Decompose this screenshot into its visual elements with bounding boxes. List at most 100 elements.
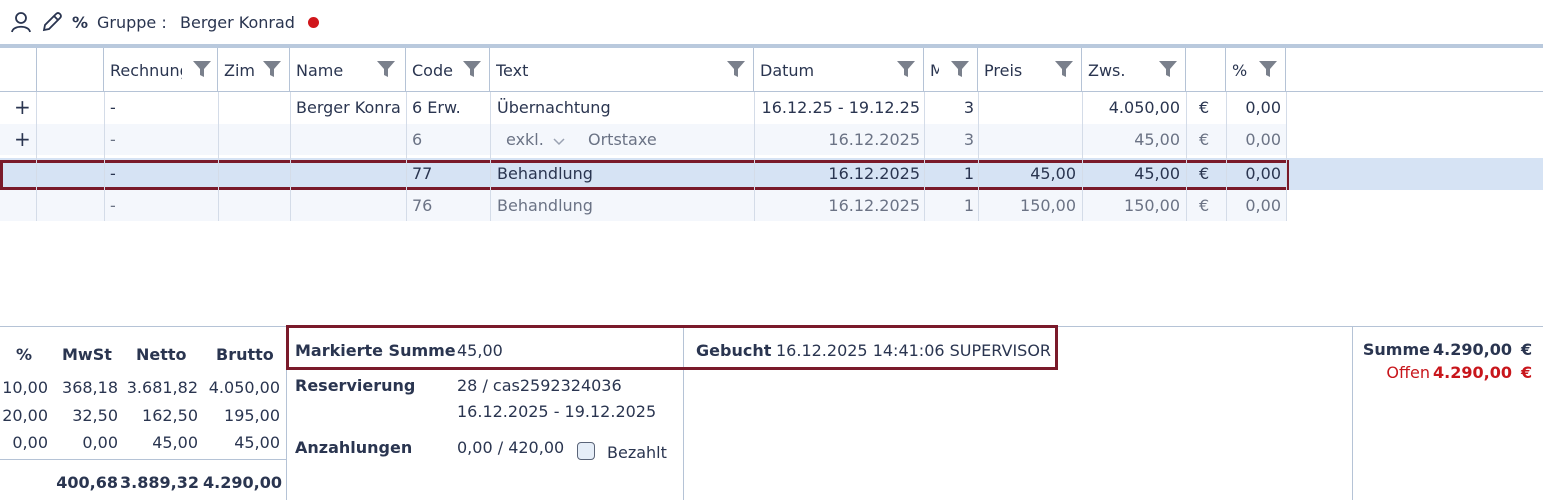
tax-header-netto: Netto	[136, 345, 187, 364]
cell-code: 6	[412, 130, 423, 149]
column-header-label: Text	[496, 61, 529, 80]
column-divider	[290, 92, 291, 221]
filter-icon[interactable]	[376, 60, 396, 78]
column-header-label: Code	[412, 61, 453, 80]
filter-icon[interactable]	[262, 60, 282, 78]
column-header-code[interactable]: Code	[406, 48, 490, 92]
column-header-text[interactable]: Text	[490, 48, 754, 92]
column-header-percent[interactable]: %	[1226, 48, 1286, 92]
filter-icon[interactable]	[950, 60, 970, 78]
cell-percent: 0,00	[1245, 130, 1281, 149]
column-header-zimmer[interactable]: Zimmer	[218, 48, 290, 92]
cell-currency: €	[1199, 130, 1210, 149]
column-header-menge[interactable]: Menge	[924, 48, 978, 92]
deposit-label: Anzahlungen	[295, 438, 413, 457]
column-divider	[218, 92, 219, 221]
sum-currency: €	[1521, 340, 1533, 359]
column-divider	[36, 92, 37, 221]
filter-icon[interactable]	[192, 60, 212, 78]
selection-highlight	[0, 160, 1289, 190]
expand-icon[interactable]: +	[14, 92, 34, 123]
filter-icon[interactable]	[1054, 60, 1074, 78]
pencil-icon[interactable]	[40, 10, 64, 34]
cell-text: Übernachtung	[497, 98, 611, 117]
column-header-currency[interactable]	[1186, 48, 1226, 92]
column-header-rechnung[interactable]: Rechnung	[104, 48, 218, 92]
table-row[interactable]: - 76 Behandlung 16.12.2025 1 150,00 150,…	[0, 190, 1286, 221]
booked-label: Gebucht	[696, 341, 772, 360]
tax-total: 4.290,00	[203, 473, 282, 492]
marked-sum-value: 45,00	[457, 341, 503, 360]
group-name: Berger Konrad	[180, 13, 295, 32]
column-divider	[1082, 92, 1083, 221]
column-divider	[490, 92, 491, 221]
tax-total: 3.889,32	[120, 473, 199, 492]
tax-cell: 45,00	[234, 433, 280, 452]
column-header-label: %	[1232, 61, 1248, 80]
column-divider	[754, 92, 755, 221]
column-header-expand[interactable]	[0, 48, 37, 92]
tax-cell: 45,00	[152, 433, 198, 452]
paid-label: Bezahlt	[607, 443, 667, 462]
reservation-label: Reservierung	[295, 376, 416, 395]
group-tab[interactable]: % Gruppe : Berger Konrad	[0, 0, 322, 47]
tax-cell: 195,00	[224, 406, 280, 425]
filter-icon[interactable]	[462, 60, 482, 78]
tax-header-percent: %	[16, 345, 33, 364]
cell-datum: 16.12.2025	[828, 130, 920, 149]
tax-cell: 3.681,82	[126, 378, 198, 397]
tax-cell: 162,50	[142, 406, 198, 425]
open-value: 4.290,00	[1433, 363, 1512, 382]
column-header-name[interactable]: Name	[290, 48, 406, 92]
filter-icon[interactable]	[726, 60, 746, 78]
tax-cell: 0,00	[82, 433, 118, 452]
percent-icon[interactable]: %	[72, 13, 88, 32]
column-header-label: Menge	[930, 61, 939, 80]
cell-code: 76	[412, 196, 433, 215]
tax-cell: 32,50	[72, 406, 118, 425]
tax-cell: 4.050,00	[208, 378, 280, 397]
user-icon[interactable]	[9, 10, 33, 34]
group-tab-bar: % Gruppe : Berger Konrad	[0, 0, 1543, 47]
filter-icon[interactable]	[1258, 60, 1278, 78]
column-header-preis[interactable]: Preis	[978, 48, 1082, 92]
filter-icon[interactable]	[896, 60, 916, 78]
filter-icon[interactable]	[1158, 60, 1178, 78]
column-divider	[978, 92, 979, 221]
tax-header-brutto: Brutto	[216, 345, 274, 364]
cell-preis	[978, 92, 1076, 123]
table-row[interactable]: + - Berger Konrad 6 Erw. Übernachtung 16…	[0, 92, 1543, 123]
sum-value: 4.290,00	[1433, 340, 1512, 359]
column-divider	[1186, 92, 1187, 221]
column-header-zws[interactable]: Zws.	[1082, 48, 1186, 92]
column-header-filler	[1286, 48, 1543, 92]
cell-rechnung: -	[110, 196, 116, 215]
column-header-label: Preis	[984, 61, 1023, 80]
cell-zws: 4.050,00	[1108, 98, 1180, 117]
cell-code: 6 Erw.	[412, 98, 461, 117]
booked-value: 16.12.2025 14:41:06 SUPERVISOR	[776, 341, 1052, 360]
cell-menge: 3	[963, 98, 974, 117]
column-header-datum[interactable]: Datum	[754, 48, 924, 92]
tax-header-mwst: MwSt	[62, 345, 112, 364]
cell-currency: €	[1199, 196, 1210, 215]
tax-cell: 0,00	[12, 433, 48, 452]
cell-zws: 150,00	[1124, 196, 1180, 215]
cell-text-prefix: exkl.	[506, 130, 544, 149]
column-divider	[104, 92, 105, 221]
cell-menge: 3	[963, 130, 974, 149]
tax-total-divider	[0, 459, 286, 460]
table-row[interactable]: + - 6 exkl. Ortstaxe 16.12.2025 3 45,00 …	[0, 124, 1286, 155]
expand-icon[interactable]: +	[14, 124, 34, 155]
reservation-id: 28 / cas2592324036	[457, 376, 622, 395]
cell-rechnung: -	[110, 98, 116, 117]
cell-percent: 0,00	[1245, 98, 1281, 117]
chevron-down-icon[interactable]	[552, 136, 566, 146]
cell-menge: 1	[963, 196, 974, 215]
column-divider	[1226, 92, 1227, 221]
cell-text: Ortstaxe	[588, 130, 657, 149]
paid-checkbox[interactable]	[577, 442, 595, 460]
column-divider	[924, 92, 925, 221]
cell-currency: €	[1199, 98, 1210, 117]
column-header-blank[interactable]	[37, 48, 104, 92]
